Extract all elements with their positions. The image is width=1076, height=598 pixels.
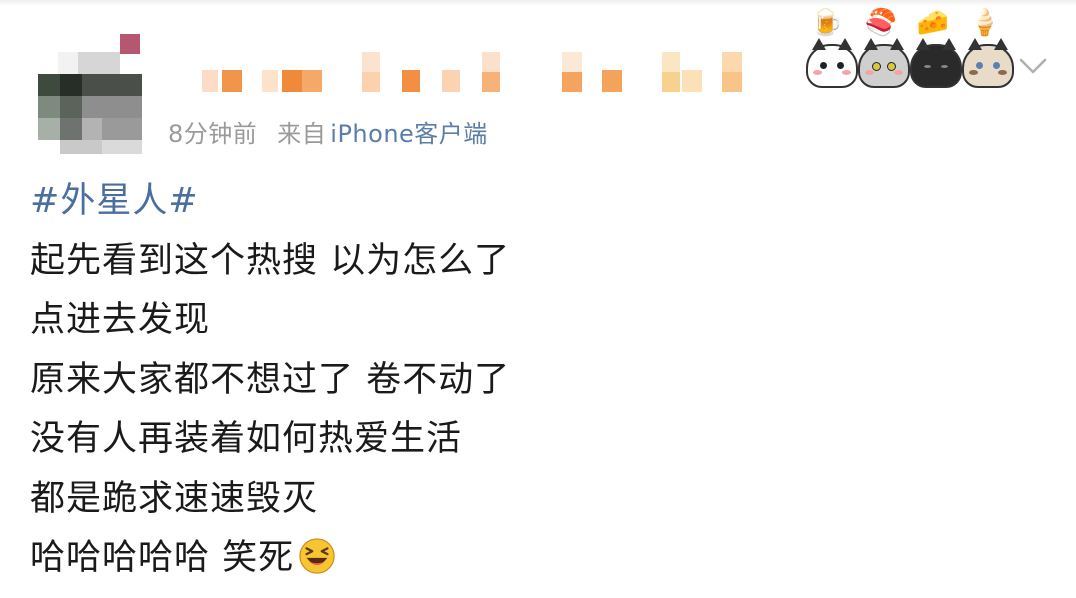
username-pixel: [482, 72, 500, 92]
content-line: 原来大家都不想过了 卷不动了: [30, 359, 511, 400]
username-pixel: [562, 52, 582, 72]
username-pixel: [362, 52, 380, 72]
content-line-last: 哈哈哈哈哈 笑死: [30, 529, 1030, 589]
source-prefix: 来自: [277, 120, 327, 148]
username-pixel: [262, 70, 278, 92]
black-cat-sticker: [910, 38, 962, 88]
content-line: 点进去发现: [30, 300, 211, 340]
username-pixel: [402, 70, 420, 92]
avatar-pixel: [82, 74, 142, 96]
username-pixel: [662, 72, 680, 92]
avatar-pixel: [82, 96, 142, 118]
content-line: 都是跪求速速毁灭: [30, 478, 319, 519]
cheese-icon: 🧀: [916, 8, 950, 38]
username-pixel: [482, 52, 500, 72]
sushi-icon: 🍣: [864, 8, 898, 38]
username-pixel: [282, 70, 302, 92]
avatar-pixel: [38, 96, 60, 118]
avatar-pixel: [78, 52, 120, 74]
sticker-decoration[interactable]: 🍺 🍣 🧀 🍦: [804, 4, 1014, 90]
content-line: 起先看到这个热搜 以为怎么了: [30, 240, 511, 281]
username-pixel: [202, 70, 218, 92]
avatar-pixel: [38, 118, 60, 140]
avatar-pixel: [120, 34, 140, 54]
avatar-pixel: [60, 96, 82, 118]
avatar-pixel: [38, 74, 60, 96]
username-pixel: [302, 70, 322, 92]
content-line-text: 哈哈哈哈哈 笑死: [30, 538, 295, 578]
white-cat-sticker: [806, 38, 858, 88]
avatar-pixel: [60, 118, 82, 140]
username-pixel: [682, 70, 702, 92]
beer-mug-icon: 🍺: [810, 8, 844, 38]
avatar-pixel: [82, 118, 102, 140]
hashtag-link[interactable]: #外星人#: [30, 172, 1030, 232]
avatar-pixel: [102, 140, 142, 154]
avatar-pixel: [60, 74, 82, 96]
weibo-post-card: 8分钟前 来自 iPhone客户端 🍺 🍣 🧀 🍦 #外星人# 起先看到这个热搜…: [0, 0, 1076, 598]
username-pixel: [602, 70, 622, 92]
content-line: 没有人再装着如何热爱生活: [30, 419, 463, 459]
avatar-pixel: [58, 52, 80, 74]
avatar-pixel: [102, 118, 142, 140]
post-content: #外星人# 起先看到这个热搜 以为怎么了 点进去发现 原来大家都不想过了 卷不动…: [30, 172, 1030, 589]
username-pixel: [562, 72, 582, 92]
username-pixel: [662, 52, 680, 72]
gray-tabby-cat-sticker: [858, 38, 910, 88]
ice-cream-icon: 🍦: [968, 8, 1002, 38]
laughing-squint-emoji: [299, 538, 335, 574]
username-blurred[interactable]: [196, 50, 756, 94]
post-meta: 8分钟前 来自 iPhone客户端: [168, 114, 488, 149]
username-pixel: [362, 72, 380, 92]
username-pixel: [442, 70, 460, 92]
siamese-cat-sticker: [962, 38, 1014, 88]
username-pixel: [722, 52, 742, 72]
source-device-link[interactable]: iPhone客户端: [330, 120, 488, 148]
avatar[interactable]: [38, 34, 142, 154]
username-pixel: [722, 72, 742, 92]
post-time: 8分钟前: [168, 120, 258, 148]
chevron-down-icon[interactable]: [1018, 54, 1048, 78]
avatar-pixel: [60, 140, 102, 154]
username-pixel: [222, 70, 242, 92]
